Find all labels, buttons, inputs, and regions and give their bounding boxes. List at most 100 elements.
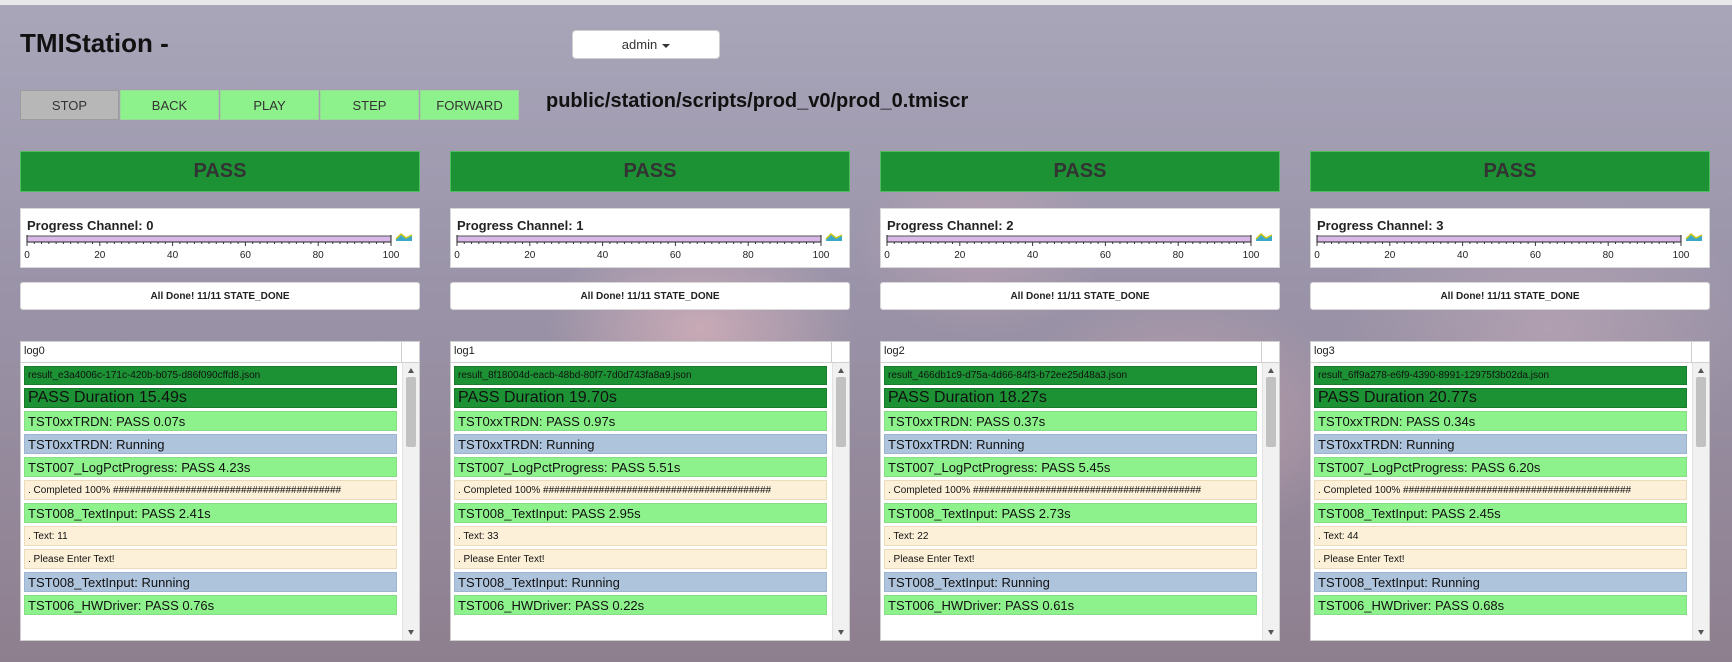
log-entry-pass: TST0xxTRDN: PASS 0.97s <box>454 411 827 431</box>
script-path: public/station/scripts/prod_v0/prod_0.tm… <box>546 90 969 112</box>
log-list: result_8f18004d-eacb-48bd-80f7-7d0d743fa… <box>451 363 832 640</box>
log-scrollbar[interactable] <box>402 363 419 640</box>
log-scrollbar[interactable] <box>832 363 849 640</box>
log-entry-info: . Text: 44 <box>1314 526 1687 546</box>
log-entry-pass: TST008_TextInput: PASS 2.45s <box>1314 503 1687 523</box>
axis-tick-label: 60 <box>1100 250 1112 261</box>
scroll-down-icon[interactable] <box>838 630 844 635</box>
log-entry-info: . Text: 22 <box>884 526 1257 546</box>
status-banner: PASS <box>450 151 850 192</box>
log-panel: log1 result_8f18004d-eacb-48bd-80f7-7d0d7… <box>450 341 850 641</box>
scroll-up-icon[interactable] <box>408 368 414 373</box>
log-title: log2 <box>884 345 905 357</box>
state-message: All Done! 11/11 STATE_DONE <box>880 282 1280 310</box>
log-panel: log2 result_466db1c9-d75a-4d66-84f3-b72ee… <box>880 341 1280 641</box>
scroll-thumb[interactable] <box>836 377 846 447</box>
user-menu-button[interactable]: admin <box>572 30 720 59</box>
log-entry-info: . Text: 33 <box>454 526 827 546</box>
log-entry-duration: PASS Duration 19.70s <box>454 388 827 408</box>
progress-fill <box>27 236 391 242</box>
chart-status-icon <box>1685 232 1703 241</box>
log-panel: log0 result_e3a4006c-171c-420b-b075-d86f0… <box>20 341 420 641</box>
progress-axis: 0 20 40 60 80 100 <box>884 232 1273 261</box>
caret-down-icon <box>662 43 671 48</box>
log-entry-duration: PASS Duration 18.27s <box>884 388 1257 408</box>
log-list: result_e3a4006c-171c-420b-b075-d86f090cf… <box>21 363 402 640</box>
axis-tick-label: 20 <box>524 250 536 261</box>
step-button[interactable]: STEP <box>320 90 419 120</box>
progress-axis: 0 20 40 60 80 100 <box>24 232 413 261</box>
log-entry-running: TST008_TextInput: Running <box>24 572 397 592</box>
log-scrollbar[interactable] <box>1262 363 1279 640</box>
axis-tick-label: 80 <box>743 250 755 261</box>
axis-tick-label: 100 <box>383 250 400 261</box>
back-button[interactable]: BACK <box>120 90 219 120</box>
app-title: TMIStation - <box>20 28 169 58</box>
state-message: All Done! 11/11 STATE_DONE <box>450 282 850 310</box>
log-entry-pass: TST008_TextInput: PASS 2.73s <box>884 503 1257 523</box>
axis-tick-label: 0 <box>454 250 460 261</box>
log-entry-result: result_8f18004d-eacb-48bd-80f7-7d0d743fa… <box>454 366 827 385</box>
log-entry-pass: TST008_TextInput: PASS 2.41s <box>24 503 397 523</box>
status-banner: PASS <box>20 151 420 192</box>
state-message: All Done! 11/11 STATE_DONE <box>20 282 420 310</box>
log-entry-pass: TST006_HWDriver: PASS 0.61s <box>884 595 1257 615</box>
log-entry-pass: TST0xxTRDN: PASS 0.34s <box>1314 411 1687 431</box>
axis-tick-label: 40 <box>597 250 609 261</box>
log-entry-running: TST008_TextInput: Running <box>454 572 827 592</box>
log-header: log1 <box>451 342 849 363</box>
axis-tick-label: 0 <box>1314 250 1320 261</box>
scroll-thumb[interactable] <box>1266 377 1276 447</box>
playback-controls: STOP BACK PLAY STEP FORWARD <box>20 90 519 120</box>
log-header: log3 <box>1311 342 1709 363</box>
scroll-up-icon[interactable] <box>1268 368 1274 373</box>
axis-tick-label: 0 <box>24 250 30 261</box>
log-scrollbar[interactable] <box>1692 363 1709 640</box>
log-entry-running: TST008_TextInput: Running <box>884 572 1257 592</box>
log-entry-pass: TST007_LogPctProgress: PASS 4.23s <box>24 457 397 477</box>
log-entry-pass: TST007_LogPctProgress: PASS 5.45s <box>884 457 1257 477</box>
log-entry-running: TST0xxTRDN: Running <box>1314 434 1687 454</box>
user-menu-label: admin <box>621 37 658 52</box>
progress-box: Progress Channel: 2 0 20 40 60 80 100 <box>880 208 1280 268</box>
axis-tick-label: 40 <box>1457 250 1469 261</box>
log-entry-pass: TST007_LogPctProgress: PASS 5.51s <box>454 457 827 477</box>
channel-panel-2: PASS Progress Channel: 2 0 20 40 60 80 100 All D… <box>880 151 1280 641</box>
axis-tick-label: 80 <box>1173 250 1185 261</box>
channel-panel-3: PASS Progress Channel: 3 0 20 40 60 80 100 All D… <box>1310 151 1710 641</box>
chart-status-icon <box>395 232 413 241</box>
log-entry-running: TST0xxTRDN: Running <box>884 434 1257 454</box>
axis-tick-label: 20 <box>1384 250 1396 261</box>
log-header-divider <box>401 342 402 363</box>
log-header-divider <box>831 342 832 363</box>
scroll-thumb[interactable] <box>406 377 416 447</box>
scroll-down-icon[interactable] <box>1268 630 1274 635</box>
axis-tick-label: 80 <box>313 250 325 261</box>
log-entry-info: . Please Enter Text! <box>1314 549 1687 569</box>
log-entry-running: TST0xxTRDN: Running <box>24 434 397 454</box>
log-entry-info: . Please Enter Text! <box>884 549 1257 569</box>
scroll-up-icon[interactable] <box>1698 368 1704 373</box>
log-title: log1 <box>454 345 475 357</box>
log-entry-result: result_e3a4006c-171c-420b-b075-d86f090cf… <box>24 366 397 385</box>
axis-tick-label: 60 <box>670 250 682 261</box>
status-banner: PASS <box>1310 151 1710 192</box>
axis-tick-label: 40 <box>167 250 179 261</box>
axis-tick-label: 100 <box>1673 250 1690 261</box>
log-entry-running: TST008_TextInput: Running <box>1314 572 1687 592</box>
stop-button[interactable]: STOP <box>20 90 119 120</box>
scroll-down-icon[interactable] <box>408 630 414 635</box>
log-entry-pass: TST006_HWDriver: PASS 0.68s <box>1314 595 1687 615</box>
forward-button[interactable]: FORWARD <box>420 90 519 120</box>
scroll-thumb[interactable] <box>1696 377 1706 447</box>
log-entry-pass: TST008_TextInput: PASS 2.95s <box>454 503 827 523</box>
scroll-up-icon[interactable] <box>838 368 844 373</box>
progress-box: Progress Channel: 0 0 20 40 60 80 100 <box>20 208 420 268</box>
play-button[interactable]: PLAY <box>220 90 319 120</box>
progress-fill <box>1317 236 1681 242</box>
log-entry-info: . Text: 11 <box>24 526 397 546</box>
scroll-down-icon[interactable] <box>1698 630 1704 635</box>
chart-status-icon <box>825 232 843 241</box>
log-entry-info: . Please Enter Text! <box>24 549 397 569</box>
state-message: All Done! 11/11 STATE_DONE <box>1310 282 1710 310</box>
